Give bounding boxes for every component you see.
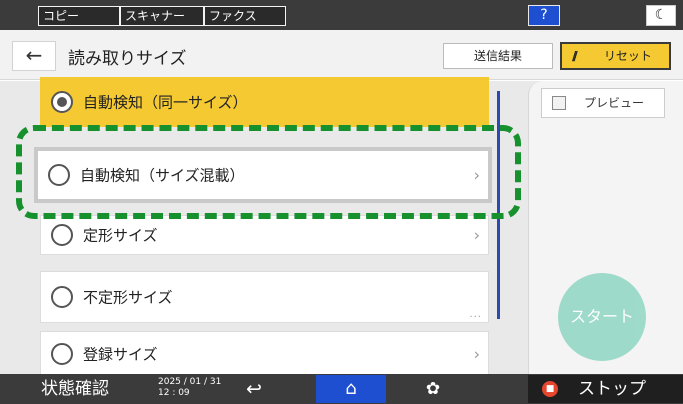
date-text: 2025 / 01 / 31 bbox=[158, 377, 222, 387]
bottom-bar: 状態確認 2025 / 01 / 31 12 : 09 ↩ ⌂ ✿ ■ ストップ bbox=[0, 374, 683, 404]
page-header: ← 読み取りサイズ 送信結果 // リセット bbox=[0, 30, 683, 80]
return-arrow-icon: ↩ bbox=[246, 378, 262, 400]
chevron-right-icon: › bbox=[473, 225, 480, 245]
radio-icon bbox=[51, 343, 73, 365]
help-button[interactable]: ? bbox=[528, 5, 560, 26]
radio-selected-icon bbox=[51, 91, 73, 113]
settings-button[interactable]: ✿ bbox=[408, 374, 458, 404]
radio-icon bbox=[51, 286, 73, 308]
time-text: 12 : 09 bbox=[158, 388, 190, 398]
back-button[interactable]: ← bbox=[12, 41, 56, 71]
checkbox-icon bbox=[552, 96, 566, 110]
send-result-button[interactable]: 送信結果 bbox=[443, 43, 553, 69]
gear-icon: ✿ bbox=[425, 379, 441, 399]
list-item-label: 不定形サイズ bbox=[83, 288, 173, 307]
list-item-standard-size[interactable]: 定形サイズ › bbox=[40, 215, 489, 255]
home-icon: ⌂ bbox=[345, 378, 357, 399]
status-check-button[interactable]: 状態確認 bbox=[0, 374, 150, 404]
tab-copy[interactable]: コピー bbox=[38, 6, 120, 26]
stop-button[interactable]: ■ ストップ bbox=[528, 375, 683, 403]
list-item-label: 定形サイズ bbox=[83, 226, 158, 245]
datetime: 2025 / 01 / 31 12 : 09 bbox=[158, 377, 221, 399]
list-item-label: 自動検知（同一サイズ） bbox=[83, 93, 248, 112]
reset-icon: // bbox=[572, 49, 578, 63]
reset-label: リセット bbox=[603, 49, 652, 63]
preview-button[interactable]: プレビュー bbox=[541, 88, 665, 118]
preview-label: プレビュー bbox=[584, 96, 645, 110]
radio-icon bbox=[51, 224, 73, 246]
page-title: 読み取りサイズ bbox=[68, 49, 187, 69]
home-button[interactable]: ⌂ bbox=[316, 375, 386, 403]
list-item-registered-size[interactable]: 登録サイズ › bbox=[40, 331, 489, 377]
list-item-label: 登録サイズ bbox=[83, 345, 158, 364]
reset-button[interactable]: // リセット bbox=[560, 42, 671, 70]
start-button[interactable]: スタート bbox=[558, 273, 646, 361]
stop-label: ストップ bbox=[578, 379, 646, 399]
stop-icon: ■ bbox=[542, 381, 558, 397]
night-mode-icon[interactable]: ☾ bbox=[646, 5, 676, 26]
chevron-right-icon: › bbox=[473, 344, 480, 364]
return-button[interactable]: ↩ bbox=[226, 374, 282, 404]
top-bar: コピー スキャナー ファクス ? ☾ bbox=[0, 0, 683, 30]
list-item-auto-same-size[interactable]: 自動検知（同一サイズ） bbox=[40, 77, 489, 127]
highlight-frame bbox=[16, 125, 521, 219]
tab-scanner[interactable]: スキャナー bbox=[120, 6, 204, 26]
more-icon: ... bbox=[469, 309, 482, 320]
tab-fax[interactable]: ファクス bbox=[204, 6, 286, 26]
arrow-left-icon: ← bbox=[25, 43, 43, 67]
list-item-custom-size[interactable]: 不定形サイズ ... bbox=[40, 271, 489, 323]
